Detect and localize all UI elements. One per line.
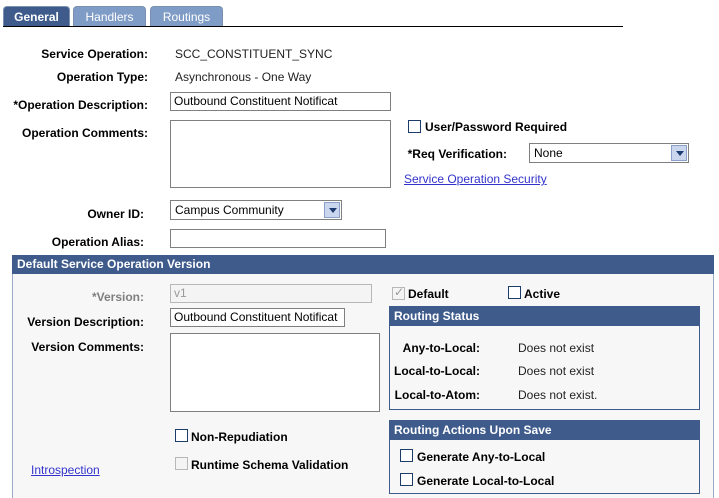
generate-any-to-local-label: Generate Any-to-Local [417, 450, 546, 464]
tab-routings[interactable]: Routings [150, 6, 223, 27]
operation-alias-label: Operation Alias: [51, 235, 144, 249]
operation-type-label: Operation Type: [56, 70, 148, 84]
operation-description-input[interactable]: Outbound Constituent Notificat [170, 92, 391, 111]
routing-status-header: Routing Status [390, 307, 699, 326]
chevron-down-icon[interactable] [324, 202, 340, 218]
runtime-schema-checkbox [175, 457, 188, 470]
operation-comments-label: Operation Comments: [21, 126, 148, 140]
req-verification-select[interactable]: None [529, 143, 689, 163]
generate-local-to-local-label: Generate Local-to-Local [417, 474, 555, 488]
service-operation-value: SCC_CONSTITUENT_SYNC [175, 47, 333, 61]
operation-description-label: *Operation Description: [13, 98, 148, 112]
tab-underline [3, 26, 623, 27]
version-label: *Version: [91, 290, 144, 304]
generate-any-to-local-checkbox[interactable] [400, 449, 413, 462]
non-repudiation-checkbox[interactable] [175, 429, 188, 442]
operation-alias-input[interactable] [170, 229, 386, 248]
introspection-link[interactable]: Introspection [31, 463, 100, 477]
service-operation-label: Service Operation: [41, 47, 148, 61]
owner-id-value: Campus Community [175, 203, 284, 217]
user-password-checkbox[interactable] [408, 120, 421, 133]
chevron-down-icon[interactable] [671, 145, 687, 161]
service-operation-security-link[interactable]: Service Operation Security [404, 172, 547, 186]
local-to-local-label: Local-to-Local: [394, 364, 480, 378]
version-description-input[interactable]: Outbound Constituent Notificat [170, 308, 345, 327]
local-to-local-value: Does not exist [518, 364, 595, 378]
req-verification-value: None [534, 146, 563, 160]
runtime-schema-label: Runtime Schema Validation [191, 458, 349, 472]
non-repudiation-label: Non-Repudiation [191, 430, 288, 444]
operation-comments-textarea[interactable] [170, 120, 391, 188]
any-to-local-value: Does not exist [518, 341, 595, 355]
local-to-atom-value: Does not exist. [518, 388, 598, 402]
version-description-label: Version Description: [27, 315, 144, 329]
any-to-local-label: Any-to-Local: [402, 341, 480, 355]
version-comments-textarea[interactable] [170, 333, 380, 412]
operation-type-value: Asynchronous - One Way [175, 70, 312, 84]
default-label: Default [408, 287, 449, 301]
routing-actions-header: Routing Actions Upon Save [390, 421, 699, 440]
active-label: Active [524, 287, 561, 301]
default-checkbox [392, 285, 405, 300]
req-verification-label: *Req Verification: [407, 147, 507, 161]
user-password-label: User/Password Required [425, 120, 568, 134]
version-comments-label: Version Comments: [31, 340, 144, 354]
tab-handlers[interactable]: Handlers [73, 6, 146, 27]
version-input: v1 [170, 284, 372, 303]
owner-id-label: Owner ID: [87, 207, 144, 221]
active-checkbox[interactable] [508, 286, 521, 299]
tab-general[interactable]: General [3, 6, 70, 27]
generate-local-to-local-checkbox[interactable] [400, 473, 413, 486]
owner-id-select[interactable]: Campus Community [170, 200, 342, 220]
local-to-atom-label: Local-to-Atom: [394, 388, 480, 402]
default-version-header: Default Service Operation Version [12, 255, 714, 274]
